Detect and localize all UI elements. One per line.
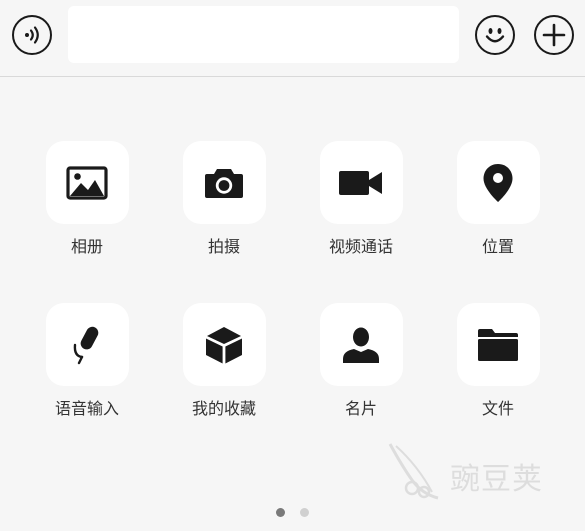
more-functions-button[interactable] xyxy=(534,15,574,55)
video-camera-icon xyxy=(339,170,382,195)
folder-icon xyxy=(478,328,518,361)
tile-voice-input[interactable]: 语音输入 xyxy=(32,303,142,419)
voice-waves-icon xyxy=(25,26,39,44)
page-dot-2[interactable] xyxy=(300,508,309,517)
tile-location[interactable]: 位置 xyxy=(443,141,553,257)
tile-location-label: 位置 xyxy=(481,237,514,256)
tile-video-call[interactable]: 视频通话 xyxy=(306,141,416,257)
voice-toggle-button[interactable] xyxy=(12,15,52,55)
favorites-cube-icon xyxy=(206,326,242,363)
tile-location-box[interactable] xyxy=(456,141,540,224)
tile-favorites-label: 我的收藏 xyxy=(191,399,256,418)
tile-contact-card-label: 名片 xyxy=(344,399,377,418)
emoji-button[interactable] xyxy=(475,15,515,55)
chat-input-bar xyxy=(0,0,585,77)
plus-icon xyxy=(542,23,566,47)
photo-album-icon xyxy=(66,165,108,200)
tile-album-box[interactable] xyxy=(45,141,129,224)
tile-voice-input-box[interactable] xyxy=(45,303,129,386)
tile-video-call-box[interactable] xyxy=(319,141,403,224)
message-input[interactable] xyxy=(68,6,459,63)
tile-files-box[interactable] xyxy=(456,303,540,386)
watermark-text: 豌豆荚 xyxy=(450,462,543,497)
tile-files-label: 文件 xyxy=(481,399,514,418)
tile-favorites[interactable]: 我的收藏 xyxy=(169,303,279,419)
microphone-icon xyxy=(73,326,99,364)
tile-favorites-box[interactable] xyxy=(182,303,266,386)
camera-icon xyxy=(205,168,243,198)
tile-camera-box[interactable] xyxy=(182,141,266,224)
smiley-face-icon xyxy=(485,28,505,43)
tile-contact-card[interactable]: 名片 xyxy=(306,303,416,419)
tile-camera-label: 拍摄 xyxy=(207,237,240,256)
page-indicator xyxy=(276,508,309,517)
location-pin-icon xyxy=(483,163,513,202)
tile-video-call-label: 视频通话 xyxy=(328,237,393,256)
page-dot-1[interactable] xyxy=(276,508,285,517)
tile-files[interactable]: 文件 xyxy=(443,303,553,419)
chat-extension-panel: 相册 拍摄 视频通话 位置 语音输入 我的收藏 名片 文件 豌豆荚 xyxy=(0,0,585,531)
tile-camera[interactable]: 拍摄 xyxy=(169,141,279,257)
watermark-logo: 豌豆荚 xyxy=(382,436,557,506)
pea-pod-logo-icon xyxy=(388,443,439,500)
tile-voice-input-label: 语音输入 xyxy=(54,399,119,418)
tile-contact-card-box[interactable] xyxy=(319,303,403,386)
tile-album[interactable]: 相册 xyxy=(32,141,142,257)
tile-album-label: 相册 xyxy=(70,237,103,256)
person-icon xyxy=(343,327,379,363)
